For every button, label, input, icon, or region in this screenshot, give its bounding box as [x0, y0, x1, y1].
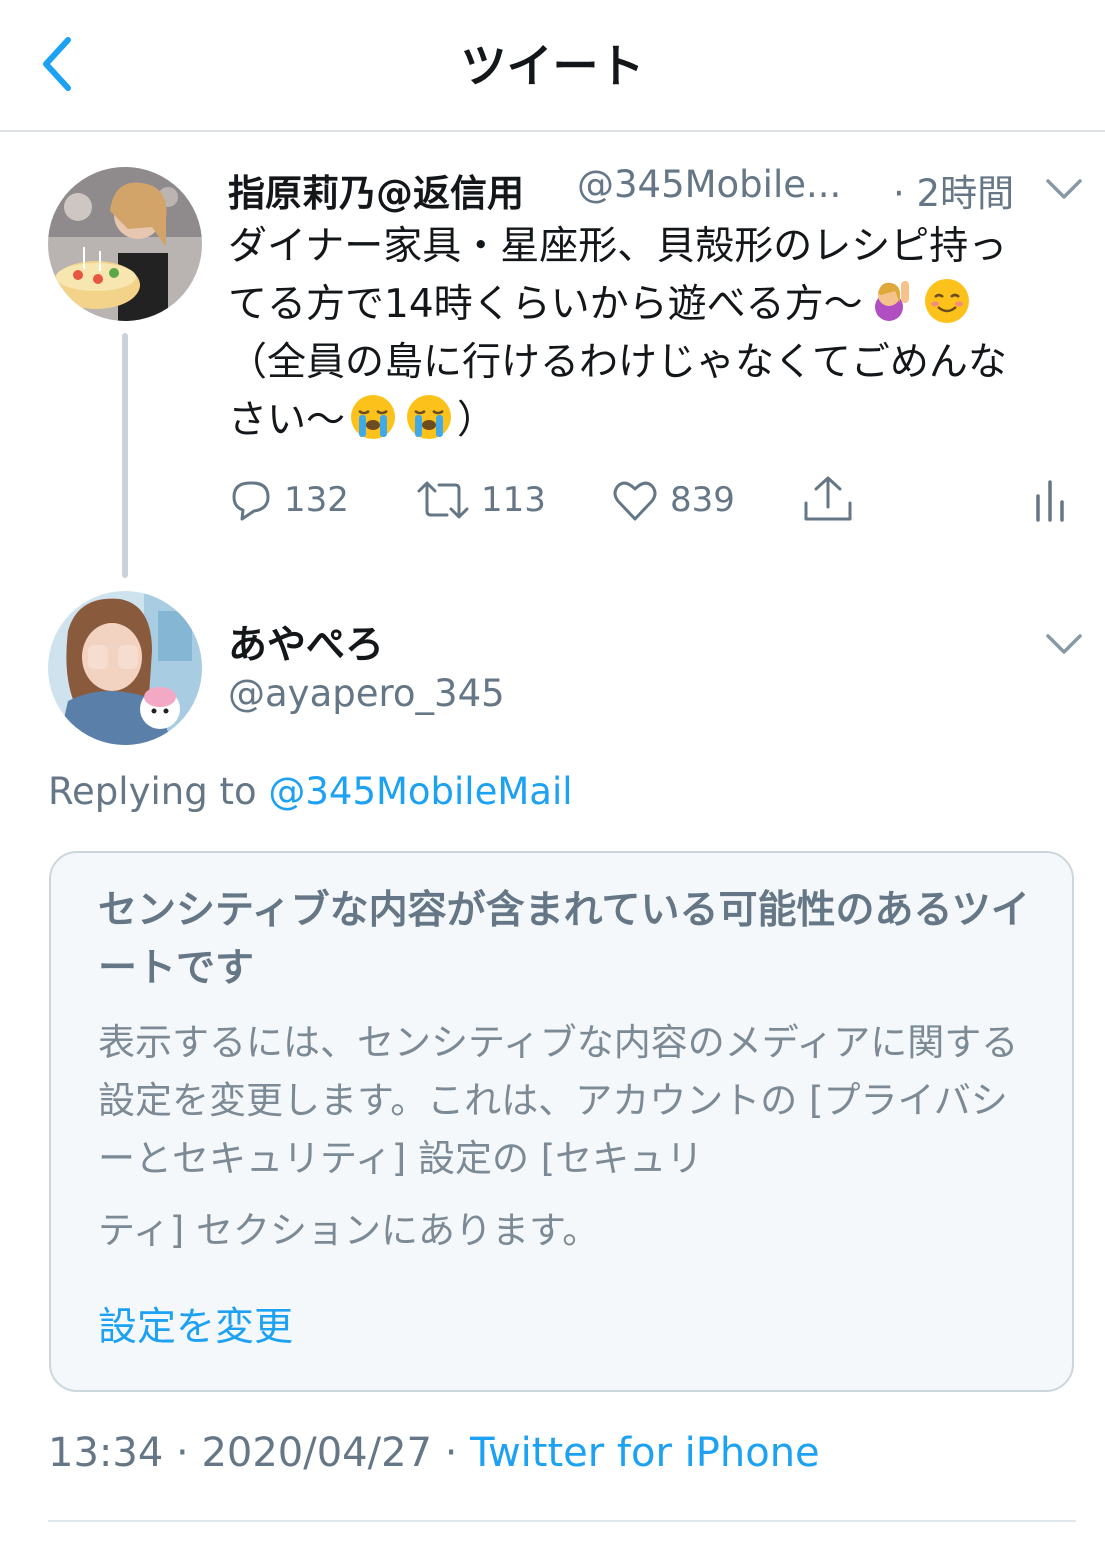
- retweet-icon: [417, 481, 469, 519]
- reply-button[interactable]: 132: [228, 474, 349, 526]
- share-button[interactable]: [800, 474, 866, 526]
- crying-face-emoji-icon: [349, 393, 397, 441]
- avatar[interactable]: [48, 167, 202, 321]
- tweet-text-line: さい〜: [228, 398, 346, 443]
- tweet-text-line: （全員の島に行けるわけじゃなくてごめんな: [228, 340, 1007, 385]
- change-settings-link[interactable]: 設定を変更: [98, 1296, 293, 1352]
- sensitive-content-title: センシティブな内容が含まれている可能性のあるツイートです: [98, 888, 1030, 991]
- like-count: 839: [670, 480, 735, 520]
- thread-connector: [122, 333, 128, 578]
- tweet-text: ダイナー家具・星座形、貝殻形のレシピ持っ てる方で14時くらいから遊べる方〜 （…: [228, 218, 1078, 450]
- sensitive-content-text: 表示するには、センシティブな内容のメディアに関する設定を変更します。これは、アカ…: [98, 1021, 1019, 1180]
- meta-separator: ·: [431, 1430, 471, 1476]
- chevron-down-icon: [1046, 179, 1082, 199]
- analytics-button[interactable]: [1028, 474, 1082, 526]
- tweet-source-link[interactable]: Twitter for iPhone: [470, 1430, 820, 1476]
- tweet-date: 2020/04/27: [201, 1430, 432, 1476]
- chevron-down-icon: [1046, 634, 1082, 654]
- profile-photo-icon: [48, 591, 202, 745]
- avatar[interactable]: [48, 591, 202, 745]
- replying-to: Replying to @345MobileMail: [48, 770, 573, 813]
- sensitive-content-description: 表示するには、センシティブな内容のメディアに関する設定を変更します。これは、アカ…: [98, 1014, 1038, 1260]
- sensitive-content-text: ティ] セクションにあります。: [98, 1209, 600, 1252]
- tweet-time: · 2時間: [893, 172, 1015, 215]
- profile-photo-icon: [48, 167, 202, 321]
- share-icon: [804, 476, 852, 521]
- user-handle[interactable]: @345Mobile...: [577, 163, 841, 206]
- tweet-text-line: てる方で14時くらいから遊べる方〜: [228, 282, 863, 327]
- tweet-menu-button[interactable]: [1044, 630, 1084, 658]
- like-button[interactable]: 839: [610, 474, 735, 526]
- tweet-menu-button[interactable]: [1044, 175, 1084, 203]
- crying-face-emoji-icon: [405, 393, 453, 441]
- smiling-blush-emoji-icon: [923, 277, 971, 325]
- retweet-count: 113: [481, 480, 546, 520]
- reply-icon: [232, 481, 270, 521]
- analytics-icon: [1036, 480, 1064, 522]
- user-handle[interactable]: @ayapero_345: [228, 672, 505, 715]
- replying-to-handle-link[interactable]: @345MobileMail: [268, 770, 572, 813]
- heart-icon: [613, 481, 657, 521]
- tweet-meta: 13:34 · 2020/04/27 · Twitter for iPhone: [48, 1430, 820, 1476]
- replying-to-label: Replying to: [48, 770, 269, 813]
- display-name[interactable]: 指原莉乃@返信用: [228, 163, 524, 217]
- retweet-button[interactable]: 113: [415, 474, 546, 526]
- page-title: ツイート: [460, 39, 645, 93]
- reply-count: 132: [284, 480, 349, 520]
- raising-hand-emoji-icon: [867, 277, 915, 325]
- display-name[interactable]: あやぺろ: [228, 614, 384, 670]
- meta-separator: ·: [163, 1430, 202, 1476]
- divider: [48, 1520, 1076, 1522]
- tweet-text-line: ダイナー家具・星座形、貝殻形のレシピ持っ: [228, 224, 1008, 269]
- tweet-text-line: ）: [457, 398, 497, 443]
- tweet-timestamp: 13:34: [48, 1430, 164, 1476]
